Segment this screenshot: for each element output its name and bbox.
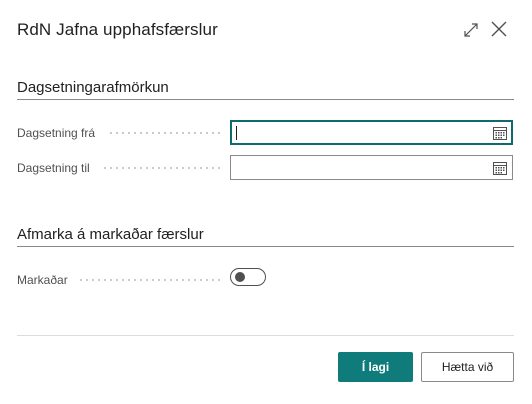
footer-divider (17, 335, 514, 336)
date-to-label: Dagsetning til (17, 161, 90, 175)
section-divider (17, 99, 514, 100)
date-from-label: Dagsetning frá (17, 126, 96, 140)
field-leader (78, 279, 222, 281)
close-icon[interactable] (489, 19, 509, 39)
date-from-field[interactable] (230, 120, 513, 145)
cancel-button[interactable]: Hætta við (421, 352, 514, 382)
dialog-title: RdN Jafna upphafsfærslur (17, 20, 218, 39)
section-divider (17, 246, 514, 247)
field-leader (102, 167, 222, 169)
marked-label: Markaðar (17, 273, 68, 287)
date-section-title: Dagsetningarafmörkun (17, 79, 169, 96)
marked-toggle[interactable] (230, 268, 266, 286)
expand-icon[interactable] (461, 20, 481, 40)
calendar-icon[interactable] (493, 161, 507, 175)
date-to-field[interactable] (230, 155, 513, 180)
calendar-icon[interactable] (493, 126, 507, 140)
marked-section-title: Afmarka á markaðar færslur (17, 226, 204, 243)
text-caret (236, 126, 237, 140)
toggle-knob (235, 272, 245, 282)
dialog: RdN Jafna upphafsfærslur Dagsetningarafm… (0, 0, 532, 404)
ok-button[interactable]: Í lagi (338, 352, 413, 382)
date-from-input[interactable] (237, 124, 487, 141)
field-leader (108, 132, 222, 134)
date-to-input[interactable] (237, 159, 487, 176)
